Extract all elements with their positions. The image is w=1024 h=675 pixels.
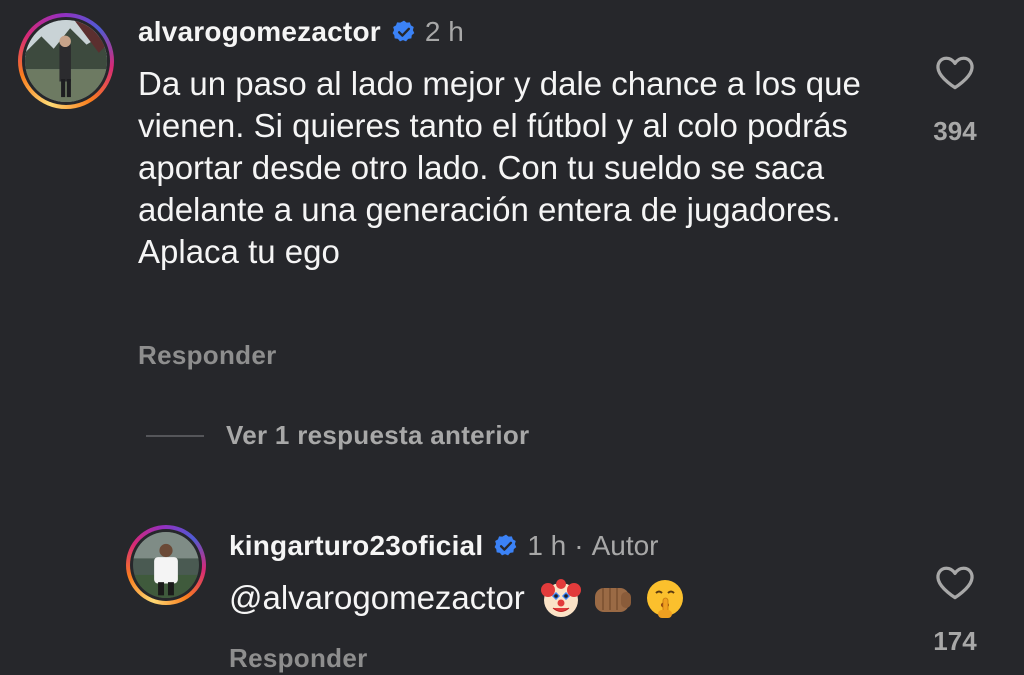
like-control: 174: [920, 560, 990, 657]
comment-header: alvarogomezactor 2 h: [138, 14, 464, 50]
avatar-photo: [133, 532, 199, 598]
verified-badge-icon: [391, 19, 417, 45]
oncoming-fist-icon: [591, 576, 635, 620]
avatar[interactable]: [126, 525, 206, 605]
comment-time: 2 h: [424, 16, 464, 47]
separator: ·: [574, 530, 584, 561]
author-badge: Autor: [591, 530, 659, 561]
avatar-photo: [25, 20, 107, 102]
comment-time: 1 h: [527, 530, 567, 561]
comments-panel: alvarogomezactor 2 h Da un paso al lado …: [0, 0, 1024, 675]
verified-badge-icon: [493, 533, 519, 559]
view-replies-button[interactable]: Ver 1 respuesta anterior: [146, 420, 529, 451]
comment-text: Da un paso al lado mejor y dale chance a…: [138, 65, 861, 270]
comment: alvarogomezactor 2 h Da un paso al lado …: [0, 0, 1024, 390]
shushing-face-icon: [643, 576, 687, 620]
username[interactable]: kingarturo23oficial: [229, 530, 483, 562]
avatar[interactable]: [18, 13, 114, 109]
heart-icon[interactable]: [933, 50, 977, 94]
mention-link[interactable]: @alvarogomezactor: [229, 577, 525, 619]
like-count: 394: [933, 116, 977, 146]
like-count: 174: [933, 626, 977, 656]
clown-face-icon: [539, 576, 583, 620]
reply-button[interactable]: Responder: [138, 340, 277, 371]
comment-header: kingarturo23oficial 1 h · Autor: [229, 528, 659, 564]
reply-button[interactable]: Responder: [229, 643, 368, 674]
divider: [146, 434, 204, 437]
reply-comment: kingarturo23oficial 1 h · Autor @alvarog…: [0, 505, 1024, 675]
heart-icon[interactable]: [933, 560, 977, 604]
view-replies-label: Ver 1 respuesta anterior: [226, 420, 530, 450]
username[interactable]: alvarogomezactor: [138, 16, 381, 48]
like-control: 394: [920, 50, 990, 147]
comment-text: @alvarogomezactor: [229, 576, 829, 620]
